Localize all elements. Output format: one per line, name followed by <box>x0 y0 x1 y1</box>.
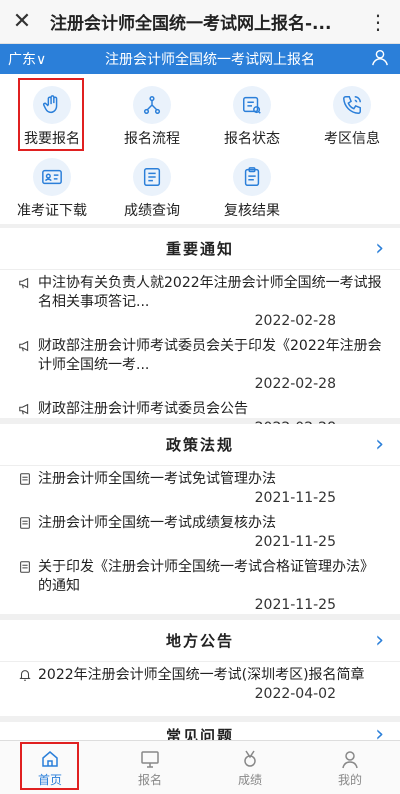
document-icon <box>20 517 30 529</box>
tab-scores[interactable]: 成绩 <box>200 741 300 794</box>
local-section: 地方公告 › 2022年注册会计师全国统一考试(深圳考区)报名简章 2022-0… <box>0 620 400 716</box>
section-title: 政策法规 <box>165 436 234 454</box>
menu-item-process[interactable]: 报名流程 <box>102 86 202 148</box>
item-title: 中注协有关负责人就2022年注册会计师全国统一考试报名相关事项答记... <box>38 275 382 310</box>
id-card-icon <box>33 158 71 196</box>
person-icon <box>342 751 358 769</box>
tab-label: 我的 <box>337 773 362 787</box>
site-subtitle: 注册会计师全国统一考试网上报名 <box>105 52 315 68</box>
list-item[interactable]: 中注协有关负责人就2022年注册会计师全国统一考试报名相关事项答记... 202… <box>0 270 400 333</box>
item-date: 2022-02-28 <box>254 376 336 392</box>
close-button[interactable]: ✕ <box>0 9 44 34</box>
title-bar: ✕ 注册会计师全国统一考试网上报名-... ⋮ <box>0 0 400 44</box>
phone-icon <box>333 86 371 124</box>
menu-label: 报名流程 <box>124 131 180 147</box>
item-title: 注册会计师全国统一考试成绩复核办法 <box>38 515 276 531</box>
page-title: 注册会计师全国统一考试网上报名-... <box>50 14 332 34</box>
bell-icon <box>19 670 31 681</box>
item-date: 2021-11-25 <box>254 490 336 506</box>
chevron-right-icon[interactable]: › <box>375 236 386 261</box>
more-menu-button[interactable]: ⋮ <box>356 10 400 34</box>
menu-item-review-result[interactable]: 复核结果 <box>202 158 302 220</box>
section-header[interactable]: 地方公告 › <box>0 620 400 662</box>
medal-icon <box>244 750 256 767</box>
list-item[interactable]: 关于印发《注册会计师全国统一考试合格证管理办法》的通知 2021-11-25 <box>0 554 400 617</box>
item-title: 财政部注册会计师考试委员会关于印发《2022年注册会计师全国统一考... <box>38 338 382 373</box>
tab-profile[interactable]: 我的 <box>300 741 400 794</box>
menu-label: 报名状态 <box>224 131 280 147</box>
user-icon[interactable] <box>360 48 400 70</box>
item-date: 2021-11-25 <box>254 534 336 550</box>
menu-item-exam-area[interactable]: 考区信息 <box>302 86 400 148</box>
flow-icon <box>133 86 171 124</box>
menu-label: 考区信息 <box>324 131 380 147</box>
document-icon <box>20 561 30 573</box>
megaphone-icon <box>19 277 29 289</box>
menu-item-score-query[interactable]: 成绩查询 <box>102 158 202 220</box>
item-title: 财政部注册会计师考试委员会公告 <box>38 401 248 417</box>
highlight-box <box>20 742 79 790</box>
list-item[interactable]: 财政部注册会计师考试委员会关于印发《2022年注册会计师全国统一考... 202… <box>0 333 400 396</box>
clipboard-icon <box>233 158 271 196</box>
list-item[interactable]: 2022年注册会计师全国统一考试(深圳考区)报名简章 2022-04-02 <box>0 662 400 706</box>
menu-item-admission-ticket[interactable]: 准考证下载 <box>2 158 102 220</box>
menu-label: 复核结果 <box>224 203 280 219</box>
section-header[interactable]: 重要通知 › <box>0 228 400 270</box>
section-title: 地方公告 <box>165 632 234 650</box>
section-header[interactable]: 政策法规 › <box>0 424 400 466</box>
menu-label: 成绩查询 <box>124 203 180 219</box>
section-title: 重要通知 <box>165 240 234 258</box>
notices-section: 重要通知 › 中注协有关负责人就2022年注册会计师全国统一考试报名相关事项答记… <box>0 228 400 436</box>
item-title: 注册会计师全国统一考试免试管理办法 <box>38 471 276 487</box>
header-banner: 广东∨ 注册会计师全国统一考试网上报名 <box>0 44 400 74</box>
item-title: 2022年注册会计师全国统一考试(深圳考区)报名简章 <box>38 667 365 683</box>
menu-label: 准考证下载 <box>17 203 87 219</box>
item-date: 2022-02-28 <box>254 313 336 329</box>
megaphone-icon <box>19 403 29 415</box>
document-icon <box>20 473 30 485</box>
province-selector[interactable]: 广东∨ <box>0 49 60 69</box>
highlight-box <box>18 78 84 151</box>
menu-item-status[interactable]: 报名状态 <box>202 86 302 148</box>
policy-section: 政策法规 › 注册会计师全国统一考试免试管理办法 2021-11-25 注册会计… <box>0 424 400 614</box>
tab-label: 报名 <box>137 773 162 787</box>
megaphone-icon <box>19 340 29 352</box>
item-title: 关于印发《注册会计师全国统一考试合格证管理办法》的通知 <box>38 559 374 594</box>
chevron-right-icon[interactable]: › <box>375 628 386 653</box>
item-date: 2022-04-02 <box>254 686 336 702</box>
monitor-icon <box>141 751 159 768</box>
status-icon <box>233 86 271 124</box>
tab-label: 成绩 <box>237 773 262 787</box>
list-item[interactable]: 注册会计师全国统一考试成绩复核办法 2021-11-25 <box>0 510 400 554</box>
doc-icon <box>133 158 171 196</box>
tab-register[interactable]: 报名 <box>100 741 200 794</box>
item-date: 2021-11-25 <box>254 597 336 613</box>
list-item[interactable]: 注册会计师全国统一考试免试管理办法 2021-11-25 <box>0 466 400 510</box>
chevron-right-icon[interactable]: › <box>375 432 386 457</box>
